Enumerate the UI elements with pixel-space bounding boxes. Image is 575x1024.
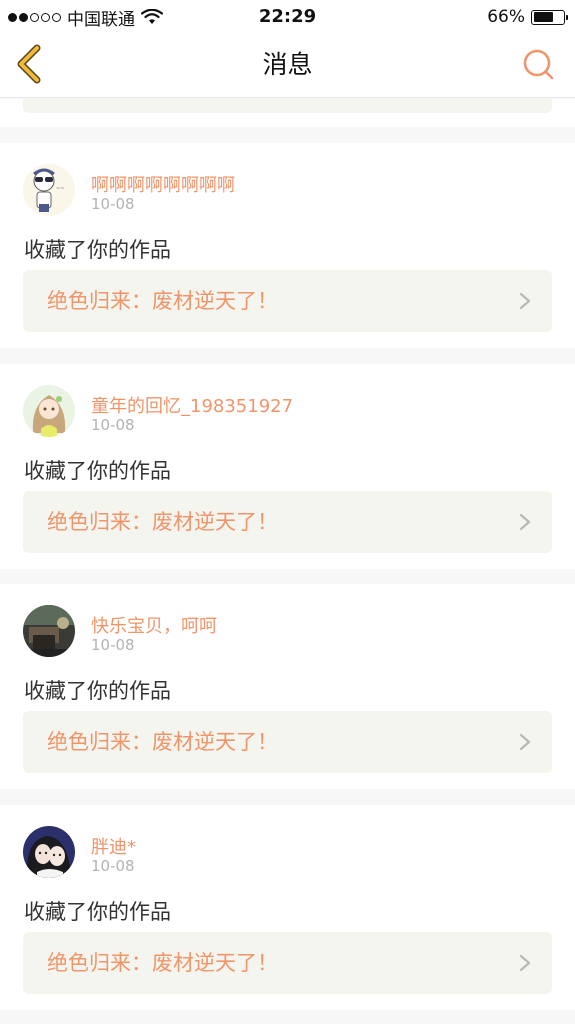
username[interactable]: 童年的回忆_198351927 [91,392,293,418]
battery-icon [531,9,568,25]
message-card: 童年的回忆_198351927 10-08 收藏了你的作品 绝色归来：废材逆天了… [0,364,575,569]
message-text: 收藏了你的作品 [24,900,171,924]
avatar-image: ~~ [23,164,75,216]
message-text: 收藏了你的作品 [24,459,171,483]
avatar-image [23,385,75,437]
message-card: 胖迪* 10-08 收藏了你的作品 绝色归来：废材逆天了！ [0,805,575,1010]
chevron-right-icon [519,954,531,972]
message-card: 快乐宝贝，呵呵 10-08 收藏了你的作品 绝色归来：废材逆天了！ [0,584,575,789]
chevron-right-icon [519,292,531,310]
avatar[interactable]: ~~ [23,164,75,216]
svg-text:~~: ~~ [56,186,64,192]
message-date: 10-08 [91,636,135,654]
avatar-image [23,605,75,657]
chevron-right-icon [519,733,531,751]
status-bar: 中国联通 22:29 66% [0,0,575,34]
battery-percent: 66% [487,7,525,27]
message-card-partial [0,99,575,127]
work-link[interactable]: 绝色归来：废材逆天了！ [23,270,552,332]
page-title: 消息 [262,50,313,79]
username[interactable]: 啊啊啊啊啊啊啊啊 [91,171,235,197]
username[interactable]: 胖迪* [91,833,136,859]
search-icon[interactable] [521,47,555,81]
avatar[interactable] [23,826,75,878]
nav-bar: 消息 [0,34,575,98]
status-right: 66% [487,0,568,34]
battery-fill [533,12,553,22]
work-link[interactable]: 绝色归来：废材逆天了！ [23,711,552,773]
app-screen: 中国联通 22:29 66% 消息 ~~ 啊啊啊啊啊啊啊啊 10-08 收藏了你… [0,0,575,1024]
message-text: 收藏了你的作品 [24,238,171,262]
username[interactable]: 快乐宝贝，呵呵 [91,612,217,638]
work-title: 绝色归来：废材逆天了！ [47,289,278,313]
chevron-right-icon [519,513,531,531]
work-link[interactable]: 绝色归来：废材逆天了！ [23,932,552,994]
avatar[interactable] [23,605,75,657]
message-card: ~~ 啊啊啊啊啊啊啊啊 10-08 收藏了你的作品 绝色归来：废材逆天了！ [0,143,575,348]
work-title: 绝色归来：废材逆天了！ [47,951,278,975]
work-title: 绝色归来：废材逆天了！ [47,730,278,754]
avatar[interactable] [23,385,75,437]
message-date: 10-08 [91,416,135,434]
work-link[interactable]: 绝色归来：废材逆天了！ [23,491,552,553]
avatar-image [23,826,75,878]
message-date: 10-08 [91,857,135,875]
work-title: 绝色归来：废材逆天了！ [47,510,278,534]
message-text: 收藏了你的作品 [24,679,171,703]
work-box-partial[interactable] [23,99,552,113]
message-date: 10-08 [91,195,135,213]
